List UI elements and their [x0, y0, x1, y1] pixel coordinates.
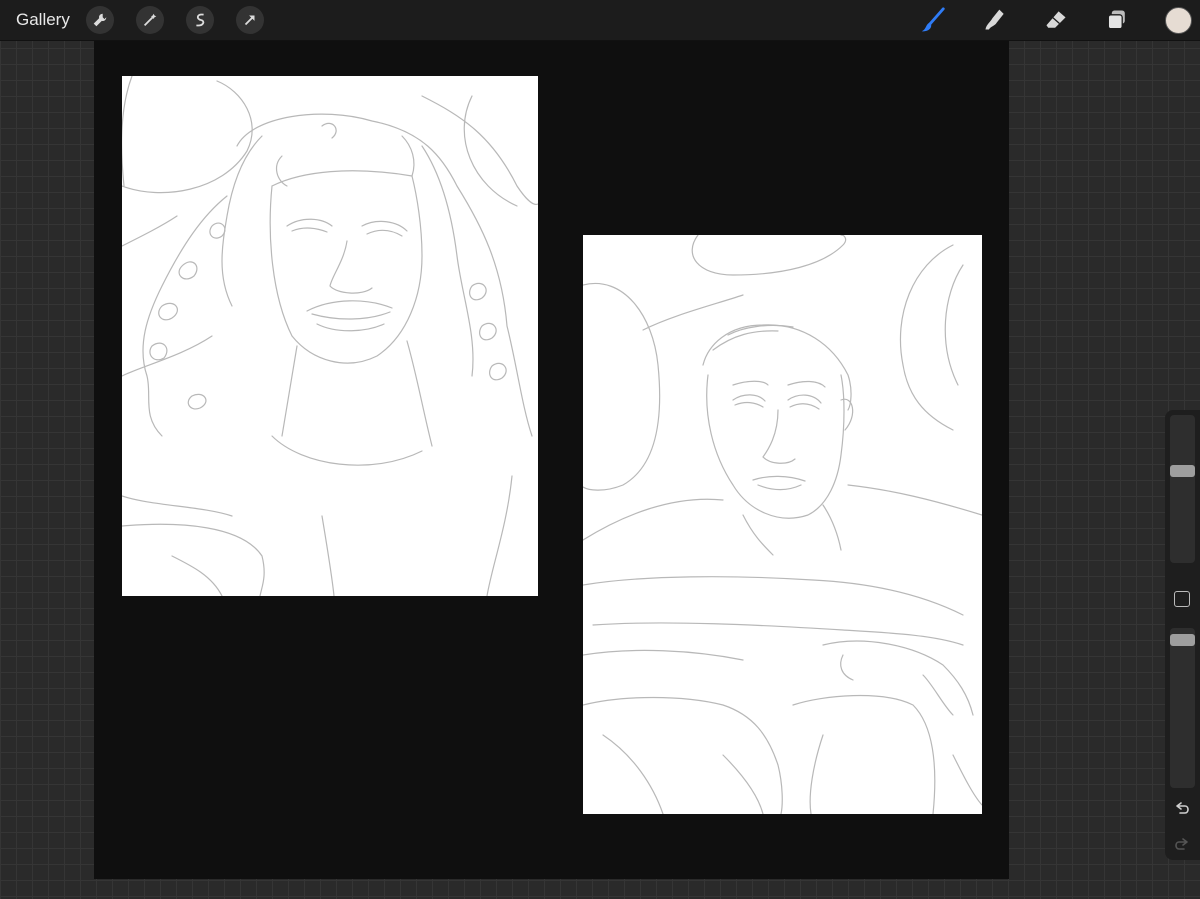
brush-opacity-slider[interactable]	[1170, 628, 1195, 788]
gallery-button[interactable]: Gallery	[16, 10, 70, 30]
redo-icon[interactable]	[1172, 834, 1192, 854]
color-swatch[interactable]	[1165, 7, 1192, 34]
undo-icon[interactable]	[1172, 798, 1192, 818]
eraser-icon[interactable]	[1041, 5, 1071, 35]
smudge-icon[interactable]	[980, 5, 1010, 35]
drawing-canvas[interactable]	[94, 41, 1009, 879]
selection-icon[interactable]	[186, 6, 214, 34]
brush-size-slider[interactable]	[1170, 415, 1195, 563]
top-toolbar: Gallery	[0, 0, 1200, 41]
brush-opacity-thumb[interactable]	[1170, 634, 1195, 646]
wrench-icon[interactable]	[86, 6, 114, 34]
transform-arrow-icon[interactable]	[236, 6, 264, 34]
sketch-man-arms-crossed[interactable]	[583, 235, 982, 814]
sketch-woman-drawing	[122, 76, 538, 596]
brush-sidebar	[1165, 410, 1200, 860]
brush-size-thumb[interactable]	[1170, 465, 1195, 477]
sketch-woman-curly-hair[interactable]	[122, 76, 538, 596]
sketch-man-drawing	[583, 235, 982, 814]
brush-icon[interactable]	[918, 5, 948, 35]
layers-icon[interactable]	[1102, 5, 1132, 35]
magic-wand-icon[interactable]	[136, 6, 164, 34]
modify-square-button[interactable]	[1174, 591, 1190, 607]
